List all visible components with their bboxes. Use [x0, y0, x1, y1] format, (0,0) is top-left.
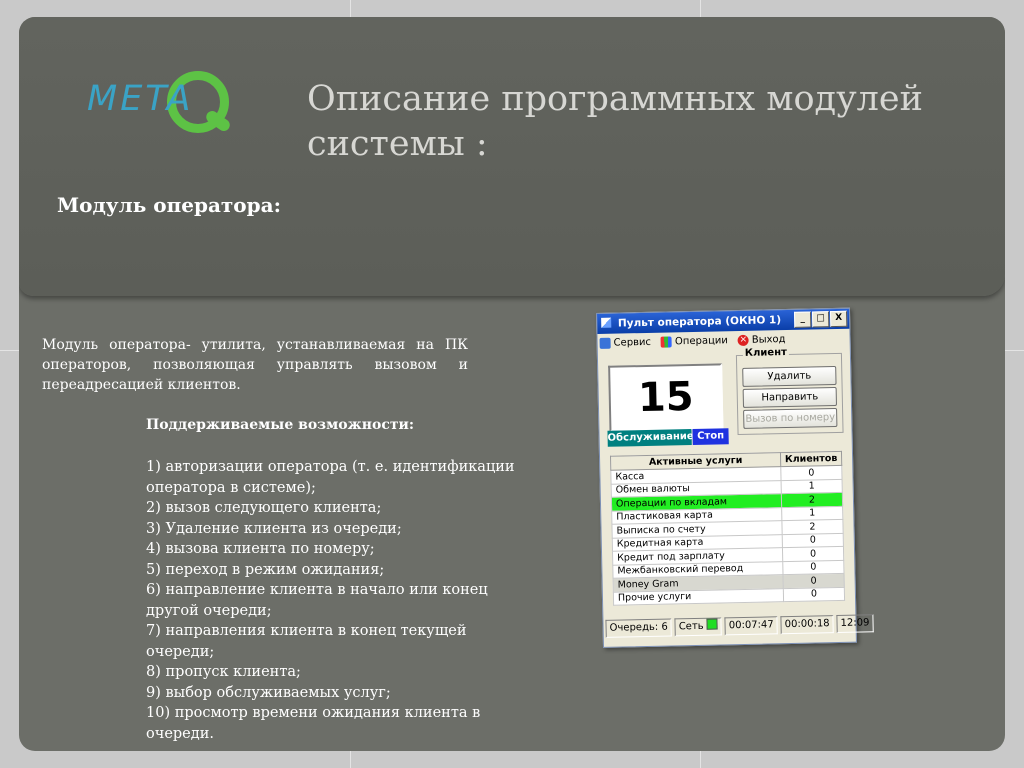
wait-time: 00:07:47	[724, 616, 778, 636]
client-count: 1	[781, 505, 843, 521]
client-count: 0	[782, 559, 845, 575]
queue-value: 6	[661, 621, 668, 633]
queue-label: Очередь:	[609, 621, 659, 634]
service-time: 00:00:18	[780, 615, 834, 635]
metaq-logo: META	[87, 65, 257, 160]
client-group: Клиент Удалить Направить Вызов по номеру	[735, 346, 844, 436]
redirect-button[interactable]: Направить	[742, 386, 837, 408]
client-group-label: Клиент	[742, 346, 789, 359]
close-button[interactable]: X	[830, 310, 848, 328]
list-item: 5) переход в режим ожидания;	[146, 561, 385, 578]
network-indicator-icon	[706, 618, 718, 630]
list-item: 7) направления клиента в конец текущей о…	[146, 623, 467, 660]
operations-icon	[660, 335, 673, 348]
menu-operations[interactable]: Операции	[660, 334, 728, 348]
column-header-clients[interactable]: Клиентов	[780, 451, 842, 467]
menu-service[interactable]: Сервис	[599, 336, 652, 349]
menu-label: Сервис	[613, 336, 652, 349]
list-item: 9) выбор обслуживаемых услуг;	[146, 684, 391, 701]
queue-status: Очередь: 6	[605, 618, 672, 638]
list-item: 2) вызов следующего клиента;	[146, 500, 382, 516]
call-by-number-button[interactable]: Вызов по номеру	[743, 407, 838, 429]
list-item: 1) авторизации оператора (т. е. идентифи…	[146, 459, 515, 496]
page-title: Описание программных модулей системы :	[307, 79, 923, 164]
slide: META Описание программных модулей систем…	[19, 17, 1005, 751]
network-status: Сеть	[674, 617, 722, 637]
active-services-table: Активные услуги Клиентов Касса 0 Обмен ва…	[609, 450, 846, 606]
exit-icon: ×	[737, 334, 749, 346]
current-ticket-number: 15	[608, 363, 724, 432]
serving-status-button[interactable]: Обслуживание	[607, 429, 694, 447]
menu-label: Операции	[674, 334, 728, 347]
maximize-button[interactable]: □	[812, 311, 830, 328]
client-count: 0	[782, 532, 844, 548]
features-heading: Поддерживаемые возможности:	[146, 417, 415, 433]
client-count: 0	[782, 546, 844, 562]
list-item: 6) направление клиента в начало или коне…	[146, 582, 488, 619]
service-name: Прочие услуги	[613, 588, 784, 606]
list-item: 8) пропуск клиента;	[146, 664, 301, 680]
operator-console-window: Пульт оператора (ОКНО 1) _ □ X Сервис Оп…	[596, 307, 874, 648]
service-icon	[599, 337, 611, 349]
client-count: 1	[781, 478, 843, 494]
minimize-button[interactable]: _	[794, 311, 812, 328]
client-count: 2	[781, 492, 843, 508]
delete-button[interactable]: Удалить	[742, 365, 837, 387]
client-count: 0	[783, 573, 845, 589]
menu-exit[interactable]: × Выход	[737, 333, 786, 346]
network-label: Сеть	[678, 620, 704, 633]
list-item: 3) Удаление клиента из очереди;	[146, 520, 402, 537]
client-count: 2	[781, 519, 844, 535]
list-item: 10) просмотр времени ожидания клиента в …	[146, 705, 481, 742]
status-bar: Очередь: 6 Сеть 00:07:47 00:00:18 12:09	[605, 613, 874, 640]
section-subtitle: Модуль оператора:	[57, 193, 281, 217]
module-description: Модуль оператора- утилита, устанавливаем…	[42, 337, 468, 393]
app-icon	[601, 317, 612, 328]
clock: 12:09	[836, 614, 874, 634]
menu-label: Выход	[751, 333, 786, 346]
logo-text: META	[87, 79, 194, 119]
client-count: 0	[780, 465, 843, 481]
features-list: 1) авторизации оператора (т. е. идентифи…	[146, 457, 526, 744]
stop-button[interactable]: Стоп	[692, 428, 729, 446]
list-item: 4) вызова клиента по номеру;	[146, 541, 375, 557]
client-count: 0	[783, 586, 845, 602]
window-title: Пульт оператора (ОКНО 1)	[617, 314, 782, 330]
